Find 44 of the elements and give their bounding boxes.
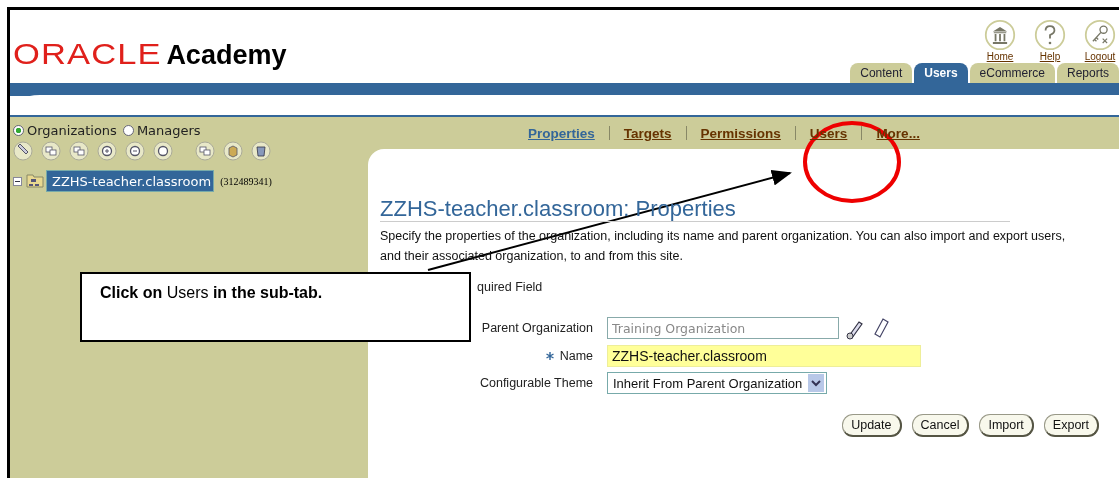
nav-tab[interactable]: Reports xyxy=(1056,63,1119,83)
sub-tab[interactable]: Properties xyxy=(528,125,595,141)
action-button[interactable]: Export xyxy=(1043,414,1099,437)
nav-tab[interactable]: eCommerce xyxy=(969,63,1055,83)
global-link[interactable]: Help xyxy=(1034,19,1066,62)
global-link[interactable]: Logout xyxy=(1084,19,1116,62)
organization-icon xyxy=(26,173,44,189)
dropdown[interactable]: Inherit From Parent Organization xyxy=(607,372,828,394)
help-icon xyxy=(1034,19,1066,51)
action-button[interactable]: Update xyxy=(842,414,902,437)
nav-tab[interactable]: Users xyxy=(914,63,968,83)
radio-label: Managers xyxy=(136,123,201,138)
required-asterisk-icon xyxy=(545,352,554,360)
tree-item[interactable]: ZZHS-teacher.classroom xyxy=(46,170,215,192)
bank-building-icon xyxy=(984,19,1016,51)
box-icon[interactable] xyxy=(223,141,243,161)
radio-button[interactable] xyxy=(13,125,24,136)
sub-tab[interactable]: Targets xyxy=(623,125,672,141)
action-button[interactable]: Cancel xyxy=(911,414,970,437)
field-label: Name xyxy=(559,349,593,363)
zoom-out-icon[interactable] xyxy=(125,141,145,161)
field-label: Parent Organization xyxy=(481,321,593,335)
logo-product-name: Academy xyxy=(166,40,287,71)
org-chart-icon[interactable] xyxy=(195,141,215,161)
collapse-icon[interactable] xyxy=(69,141,89,161)
callout-text: Click on Users in the sub-tab. xyxy=(100,284,323,301)
action-button[interactable]: Import xyxy=(979,414,1034,437)
required-field-note: quired Field xyxy=(477,280,543,296)
trash-icon[interactable] xyxy=(251,141,271,161)
input-field[interactable]: ZZHS-teacher.classroom xyxy=(607,345,921,367)
organization-id: (312489341) xyxy=(220,175,272,187)
global-link[interactable]: Home xyxy=(984,19,1016,62)
expand-icon[interactable] xyxy=(41,141,61,161)
nav-tab[interactable]: Content xyxy=(850,63,913,83)
logo-wordmark: ORACLE xyxy=(13,37,162,71)
flashlight-icon[interactable] xyxy=(13,141,33,161)
radio-button[interactable] xyxy=(122,125,134,136)
sub-tab[interactable]: Permissions xyxy=(700,125,781,141)
radio-option[interactable]: Managers xyxy=(122,123,201,138)
field-label: Configurable Theme xyxy=(479,376,593,390)
magnifier-icon[interactable] xyxy=(153,141,173,161)
zoom-in-icon[interactable] xyxy=(97,141,117,161)
key-icon xyxy=(1084,19,1116,51)
collapse-toggle-icon[interactable] xyxy=(13,176,22,186)
